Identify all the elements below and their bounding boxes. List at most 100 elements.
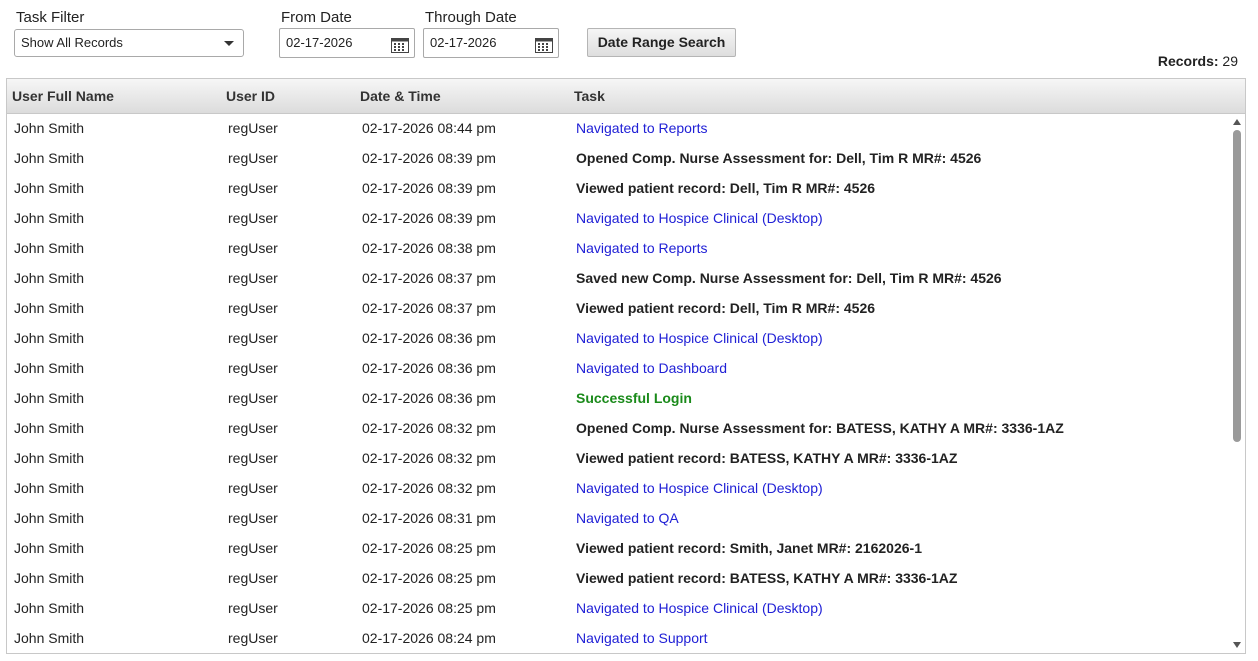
- cell-task: Opened Comp. Nurse Assessment for: Dell,…: [576, 150, 982, 166]
- table-row[interactable]: John Smith regUser 02-17-2026 08:24 pm Navi…: [7, 624, 1229, 653]
- vertical-scrollbar[interactable]: [1230, 114, 1245, 653]
- through-date-value: 02-17-2026: [430, 35, 497, 50]
- cell-date-time: 02-17-2026 08:39 pm: [362, 180, 496, 196]
- calendar-icon[interactable]: [391, 35, 409, 63]
- cell-task[interactable]: Navigated to QA: [576, 510, 679, 526]
- chevron-down-icon: [224, 41, 234, 46]
- table-row[interactable]: John Smith regUser 02-17-2026 08:36 pm Navi…: [7, 354, 1229, 384]
- cell-user-id: regUser: [228, 600, 278, 616]
- cell-user-id: regUser: [228, 390, 278, 406]
- cell-date-time: 02-17-2026 08:25 pm: [362, 540, 496, 556]
- task-filter-label: Task Filter: [16, 9, 85, 26]
- cell-date-time: 02-17-2026 08:31 pm: [362, 510, 496, 526]
- cell-user-full-name: John Smith: [14, 210, 85, 226]
- cell-task: Viewed patient record: Dell, Tim R MR#: …: [576, 300, 876, 316]
- table-row[interactable]: John Smith regUser 02-17-2026 08:39 pm Open…: [7, 144, 1229, 174]
- cell-user-full-name: John Smith: [14, 240, 85, 256]
- cell-user-id: regUser: [228, 180, 278, 196]
- cell-user-id: regUser: [228, 210, 278, 226]
- table-row[interactable]: John Smith regUser 02-17-2026 08:39 pm Navi…: [7, 204, 1229, 234]
- table-row[interactable]: John Smith regUser 02-17-2026 08:31 pm Navi…: [7, 504, 1229, 534]
- from-date-value: 02-17-2026: [286, 35, 353, 50]
- table-row[interactable]: John Smith regUser 02-17-2026 08:38 pm Navi…: [7, 234, 1229, 264]
- scrollbar-thumb[interactable]: [1233, 130, 1241, 442]
- cell-date-time: 02-17-2026 08:25 pm: [362, 600, 496, 616]
- cell-user-id: regUser: [228, 300, 278, 316]
- cell-task[interactable]: Navigated to Hospice Clinical (Desktop): [576, 600, 823, 616]
- cell-user-id: regUser: [228, 510, 278, 526]
- records-value: 29: [1222, 53, 1238, 69]
- cell-task: Saved new Comp. Nurse Assessment for: De…: [576, 270, 1002, 286]
- cell-task: Successful Login: [576, 390, 692, 406]
- table-row[interactable]: John Smith regUser 02-17-2026 08:32 pm Open…: [7, 414, 1229, 444]
- cell-task[interactable]: Navigated to Hospice Clinical (Desktop): [576, 330, 823, 346]
- cell-date-time: 02-17-2026 08:32 pm: [362, 420, 496, 436]
- cell-task[interactable]: Navigated to Support: [576, 630, 708, 646]
- cell-user-id: regUser: [228, 270, 278, 286]
- cell-user-id: regUser: [228, 450, 278, 466]
- cell-date-time: 02-17-2026 08:32 pm: [362, 450, 496, 466]
- table-row[interactable]: John Smith regUser 02-17-2026 08:25 pm View…: [7, 564, 1229, 594]
- cell-date-time: 02-17-2026 08:24 pm: [362, 630, 496, 646]
- cell-task: Viewed patient record: BATESS, KATHY A M…: [576, 450, 958, 466]
- cell-date-time: 02-17-2026 08:39 pm: [362, 150, 496, 166]
- header-user-id[interactable]: User ID: [226, 88, 275, 104]
- task-filter-select[interactable]: Show All Records: [14, 29, 244, 57]
- cell-date-time: 02-17-2026 08:36 pm: [362, 390, 496, 406]
- cell-user-id: regUser: [228, 420, 278, 436]
- cell-task[interactable]: Navigated to Reports: [576, 240, 708, 256]
- cell-date-time: 02-17-2026 08:37 pm: [362, 300, 496, 316]
- cell-user-full-name: John Smith: [14, 120, 85, 136]
- cell-task: Viewed patient record: Dell, Tim R MR#: …: [576, 180, 876, 196]
- table-row[interactable]: John Smith regUser 02-17-2026 08:37 pm View…: [7, 294, 1229, 324]
- records-label: Records:: [1157, 53, 1219, 69]
- cell-user-full-name: John Smith: [14, 300, 85, 316]
- table-row[interactable]: John Smith regUser 02-17-2026 08:32 pm View…: [7, 444, 1229, 474]
- calendar-icon[interactable]: [535, 35, 553, 63]
- cell-date-time: 02-17-2026 08:39 pm: [362, 210, 496, 226]
- cell-date-time: 02-17-2026 08:25 pm: [362, 570, 496, 586]
- table-body: John Smith regUser 02-17-2026 08:44 pm Navi…: [7, 114, 1229, 653]
- table-row[interactable]: John Smith regUser 02-17-2026 08:36 pm Navi…: [7, 324, 1229, 354]
- cell-user-id: regUser: [228, 360, 278, 376]
- scroll-up-icon[interactable]: [1233, 119, 1241, 125]
- cell-task[interactable]: Navigated to Hospice Clinical (Desktop): [576, 480, 823, 496]
- table-row[interactable]: John Smith regUser 02-17-2026 08:25 pm Navi…: [7, 594, 1229, 624]
- cell-user-full-name: John Smith: [14, 360, 85, 376]
- from-date-input[interactable]: 02-17-2026: [279, 28, 415, 58]
- cell-user-full-name: John Smith: [14, 630, 85, 646]
- through-date-input[interactable]: 02-17-2026: [423, 28, 559, 58]
- from-date-label: From Date: [281, 9, 352, 26]
- cell-user-id: regUser: [228, 540, 278, 556]
- header-date-time[interactable]: Date & Time: [360, 88, 441, 104]
- table-row[interactable]: John Smith regUser 02-17-2026 08:25 pm View…: [7, 534, 1229, 564]
- table-row[interactable]: John Smith regUser 02-17-2026 08:39 pm View…: [7, 174, 1229, 204]
- cell-user-full-name: John Smith: [14, 180, 85, 196]
- cell-task: Viewed patient record: Smith, Janet MR#:…: [576, 540, 922, 556]
- cell-user-id: regUser: [228, 240, 278, 256]
- task-filter-value: Show All Records: [21, 35, 123, 50]
- cell-user-id: regUser: [228, 330, 278, 346]
- cell-user-id: regUser: [228, 480, 278, 496]
- scroll-down-icon[interactable]: [1233, 642, 1241, 648]
- audit-log-table: User Full Name User ID Date & Time Task …: [6, 78, 1246, 654]
- table-row[interactable]: John Smith regUser 02-17-2026 08:37 pm Save…: [7, 264, 1229, 294]
- cell-task[interactable]: Navigated to Hospice Clinical (Desktop): [576, 210, 823, 226]
- cell-date-time: 02-17-2026 08:36 pm: [362, 360, 496, 376]
- cell-user-full-name: John Smith: [14, 510, 85, 526]
- table-row[interactable]: John Smith regUser 02-17-2026 08:36 pm Succ…: [7, 384, 1229, 414]
- cell-user-id: regUser: [228, 120, 278, 136]
- cell-date-time: 02-17-2026 08:37 pm: [362, 270, 496, 286]
- cell-user-id: regUser: [228, 570, 278, 586]
- cell-date-time: 02-17-2026 08:32 pm: [362, 480, 496, 496]
- header-user-full-name[interactable]: User Full Name: [12, 88, 114, 104]
- records-count: Records: 29: [1158, 53, 1238, 69]
- table-row[interactable]: John Smith regUser 02-17-2026 08:44 pm Navi…: [7, 114, 1229, 144]
- cell-task: Opened Comp. Nurse Assessment for: BATES…: [576, 420, 1064, 436]
- header-task[interactable]: Task: [574, 88, 605, 104]
- cell-task[interactable]: Navigated to Dashboard: [576, 360, 727, 376]
- cell-task[interactable]: Navigated to Reports: [576, 120, 708, 136]
- cell-user-full-name: John Smith: [14, 270, 85, 286]
- table-row[interactable]: John Smith regUser 02-17-2026 08:32 pm Navi…: [7, 474, 1229, 504]
- date-range-search-button[interactable]: Date Range Search: [587, 28, 736, 57]
